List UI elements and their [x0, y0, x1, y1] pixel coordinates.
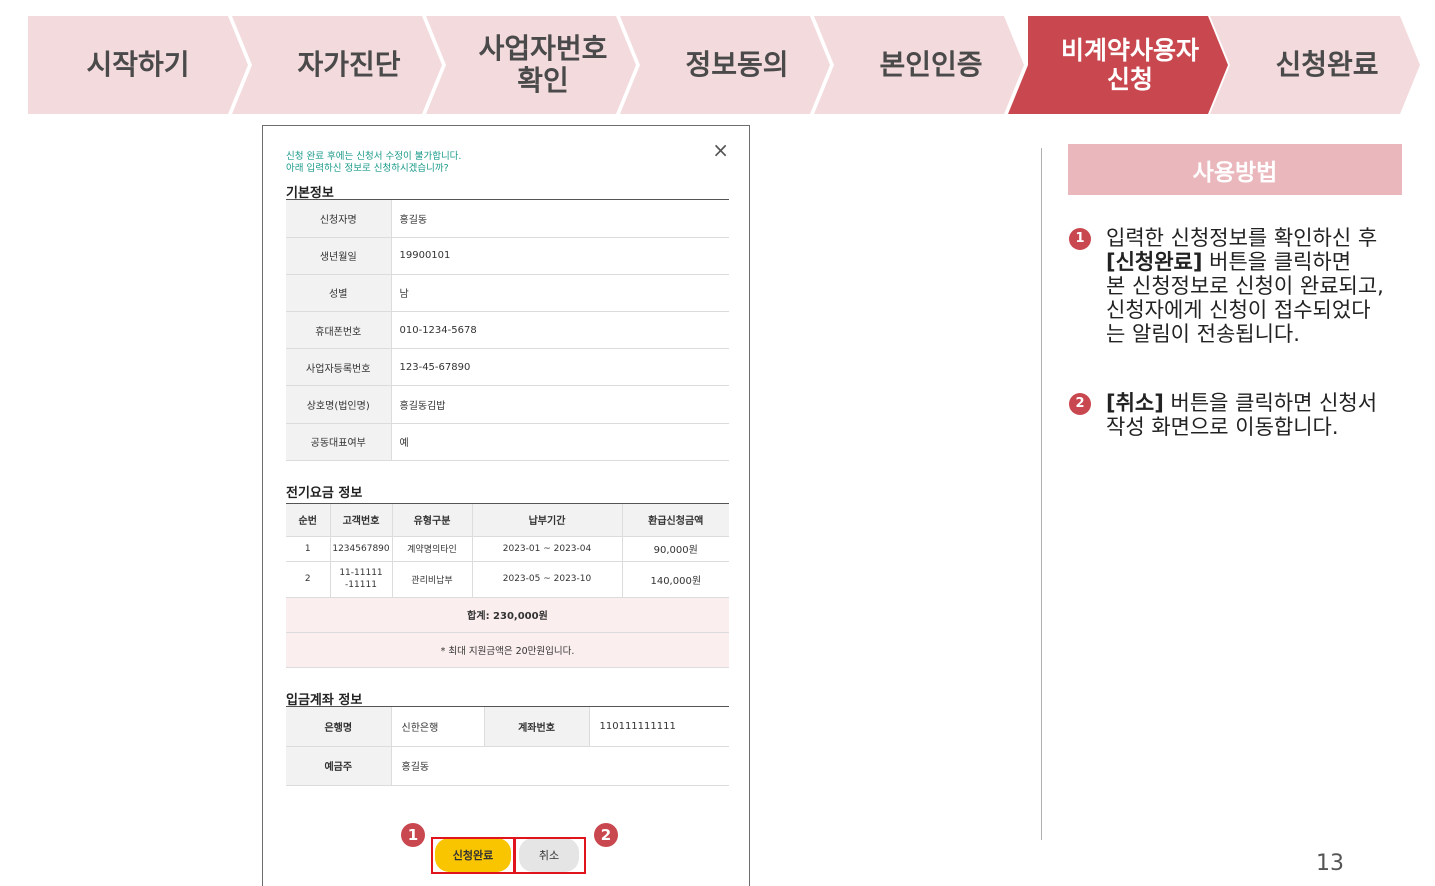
step-noncontract-apply: 비계약사용자 신청: [1008, 16, 1228, 114]
basic-info-table: 신청자명 홍길동 생년월일 19900101 성별 남 휴대폰번호 010-1234-5…: [286, 200, 729, 461]
table-row: 생년월일 19900101: [286, 237, 729, 275]
confirm-modal: × 신청 완료 후에는 신청서 수정이 불가합니다. 아래 입력하신 정보로 신…: [262, 125, 750, 886]
step-complete: 신청완료: [1210, 16, 1420, 114]
table-row: 2 11-11111 -11111 관리비납부 2023-05 ~ 2023-1…: [286, 561, 729, 598]
step-start: 시작하기: [28, 16, 248, 114]
table-row: 은행명 신한은행 계좌번호 110111111111: [286, 707, 729, 747]
table-row: 성별 남: [286, 274, 729, 313]
fee-total-row: 합계: 230,000원: [286, 597, 729, 633]
step-identity-verification: 본인인증: [814, 16, 1024, 114]
guide-item-2: 2 [취소] 버튼을 클릭하면 신청서 작성 화면으로 이동합니다.: [1069, 391, 1429, 439]
step-business-number: 사업자번호 확인: [426, 16, 636, 114]
vertical-divider: [1041, 148, 1042, 840]
page-number: 13: [1316, 851, 1344, 876]
table-row: 신청자명 홍길동: [286, 200, 729, 238]
table-row: 상호명(법인명) 홍길동김밥: [286, 385, 729, 424]
marker-badge-2: 2: [594, 823, 618, 847]
cancel-highlight-box: [514, 837, 586, 874]
fee-note-row: * 최대 지원금액은 20만원입니다.: [286, 632, 729, 668]
table-row: 공동대표여부 예: [286, 423, 729, 461]
table-row: 1 1234567890 계약명의타인 2023-01 ~ 2023-04 90…: [286, 536, 729, 562]
fee-info-title: 전기요금 정보: [286, 486, 363, 501]
notice-text: 신청 완료 후에는 신청서 수정이 불가합니다. 아래 입력하신 정보로 신청하…: [286, 151, 462, 174]
account-table: 은행명 신한은행 계좌번호 110111111111 예금주 홍길동: [286, 707, 729, 786]
step-self-diagnosis: 자가진단: [232, 16, 442, 114]
guide-item-1: 1 입력한 신청정보를 확인하신 후 [신청완료] 버튼을 클릭하면 본 신청정보로…: [1069, 226, 1429, 346]
close-icon[interactable]: ×: [712, 140, 729, 160]
marker-badge-1: 1: [401, 823, 425, 847]
submit-highlight-box: [431, 837, 515, 874]
usage-title: 사용방법: [1068, 144, 1402, 195]
number-badge-1: 1: [1069, 228, 1091, 250]
table-row: 사업자등록번호 123-45-67890: [286, 348, 729, 387]
number-badge-2: 2: [1069, 393, 1091, 415]
step-consent: 정보동의: [620, 16, 830, 114]
table-row: 휴대폰번호 010-1234-5678: [286, 311, 729, 350]
table-row: 예금주 홍길동: [286, 746, 729, 786]
fee-table: 순번 고객번호 유형구분 납부기간 환급신청금액 1 1234567890 계약…: [286, 504, 729, 668]
table-header-row: 순번 고객번호 유형구분 납부기간 환급신청금액: [286, 504, 729, 537]
step-progress-bar: 시작하기 자가진단 사업자번호 확인 정보동의 본인인증 비계약사용자 신청 신…: [28, 16, 1428, 114]
